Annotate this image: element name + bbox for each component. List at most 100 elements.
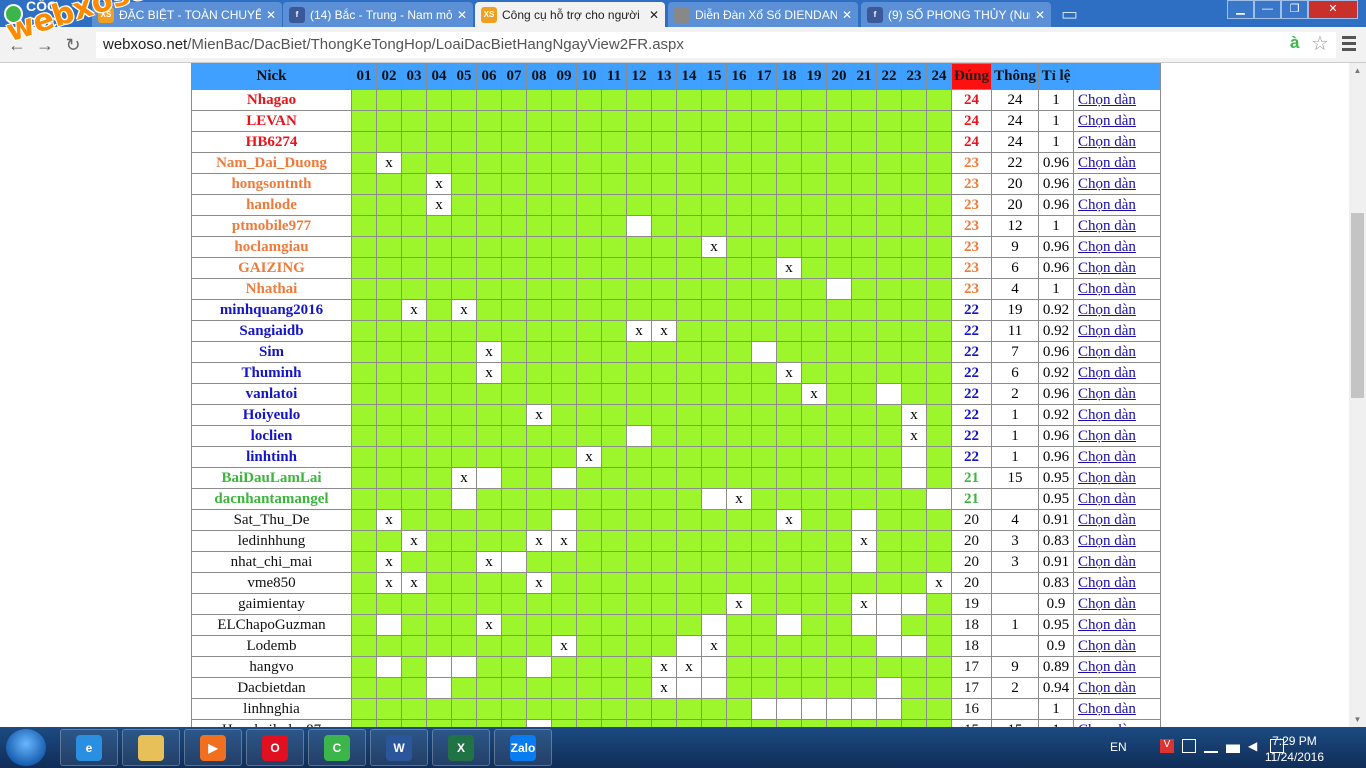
address-bar[interactable]: webxoso.net/MienBac/DacBiet/ThongKeTongH…: [96, 32, 1336, 58]
table-row: Sat_Thu_De x x 20 4 0.91 Chọn dàn: [191, 509, 1161, 531]
number-cell: [651, 236, 677, 258]
choose-set-link[interactable]: Chọn dàn: [1078, 239, 1136, 255]
hits-cell: 22: [951, 404, 992, 426]
tab-title: Công cụ hỗ trợ cho người: [502, 7, 640, 22]
number-cell: [576, 89, 602, 111]
choose-set-link[interactable]: Chọn dàn: [1078, 470, 1136, 486]
number-cell: [926, 593, 952, 615]
choose-set-link[interactable]: Chọn dàn: [1078, 281, 1136, 297]
choose-set-link[interactable]: Chọn dàn: [1078, 596, 1136, 612]
number-cell: [476, 215, 502, 237]
choose-set-link[interactable]: Chọn dàn: [1078, 176, 1136, 192]
start-button[interactable]: [6, 729, 46, 766]
choose-set-link[interactable]: Chọn dàn: [1078, 113, 1136, 129]
choose-set-link[interactable]: Chọn dàn: [1078, 218, 1136, 234]
browser-tab-2[interactable]: f (14) Bắc - Trung - Nam mở ✕: [283, 2, 473, 27]
coccoc-dict-icon[interactable]: à: [1290, 33, 1299, 53]
scroll-down-icon[interactable]: ▼: [1349, 712, 1366, 727]
maximize-button[interactable]: ❐: [1281, 0, 1308, 19]
clock[interactable]: 7:29 PM 11/24/2016: [1265, 733, 1324, 765]
ratio-cell: 1: [1038, 89, 1074, 111]
number-cell: [451, 425, 477, 447]
volume-icon[interactable]: ◀: [1248, 739, 1262, 753]
tab-close-icon[interactable]: ✕: [649, 8, 659, 22]
choose-set-link[interactable]: Chọn dàn: [1078, 617, 1136, 633]
taskbar-app-4[interactable]: O: [246, 729, 304, 766]
choose-set-link[interactable]: Chọn dàn: [1078, 365, 1136, 381]
choose-set-link[interactable]: Chọn dàn: [1078, 134, 1136, 150]
action-cell: Chọn dàn: [1073, 656, 1161, 678]
choose-set-link[interactable]: Chọn dàn: [1078, 554, 1136, 570]
new-tab-button[interactable]: ▭: [1061, 5, 1078, 23]
tab-close-icon[interactable]: ✕: [457, 8, 467, 22]
taskbar-app-1[interactable]: e: [60, 729, 118, 766]
choose-set-link[interactable]: Chọn dàn: [1078, 512, 1136, 528]
number-cell: [351, 89, 377, 111]
choose-set-link[interactable]: Chọn dàn: [1078, 155, 1136, 171]
tab-title: Diễn Đàn Xổ Số DIENDAN: [695, 7, 837, 22]
tab-close-icon[interactable]: ✕: [266, 8, 276, 22]
number-cell: [851, 299, 877, 321]
ratio-cell: 0.9: [1038, 635, 1074, 657]
number-cell: [476, 173, 502, 195]
choose-set-link[interactable]: Chọn dàn: [1078, 428, 1136, 444]
network-icon[interactable]: [1226, 739, 1240, 753]
taskbar-app-6[interactable]: W: [370, 729, 428, 766]
menu-icon[interactable]: [1342, 36, 1356, 51]
hits-cell: 19: [951, 593, 992, 615]
choose-set-link[interactable]: Chọn dàn: [1078, 260, 1136, 276]
flag-icon[interactable]: [1182, 739, 1196, 753]
browser-tab-5[interactable]: f (9) SỐ PHONG THỦY (Nun ✕: [861, 2, 1051, 27]
scroll-thumb[interactable]: [1351, 213, 1364, 398]
browser-tab-3[interactable]: XS Công cụ hỗ trợ cho người ✕: [475, 2, 665, 27]
number-cell: [676, 194, 702, 216]
taskbar-app-5[interactable]: C: [308, 729, 366, 766]
tab-close-icon[interactable]: ✕: [1035, 8, 1045, 22]
scroll-up-icon[interactable]: ▲: [1349, 63, 1366, 78]
minimize-button[interactable]: ▁: [1227, 0, 1254, 19]
number-cell: [851, 383, 877, 405]
choose-set-link[interactable]: Chọn dàn: [1078, 197, 1136, 213]
miss-mark-cell: x: [576, 446, 602, 468]
choose-set-link[interactable]: Chọn dàn: [1078, 701, 1136, 717]
taskbar-app-8[interactable]: Zalo: [494, 729, 552, 766]
number-cell: [751, 236, 777, 258]
choose-set-link[interactable]: Chọn dàn: [1078, 659, 1136, 675]
choose-set-link[interactable]: Chọn dàn: [1078, 491, 1136, 507]
taskbar-app-2[interactable]: [122, 729, 180, 766]
choose-set-link[interactable]: Chọn dàn: [1078, 302, 1136, 318]
choose-set-link[interactable]: Chọn dàn: [1078, 449, 1136, 465]
number-cell: [451, 572, 477, 594]
choose-set-link[interactable]: Chọn dàn: [1078, 386, 1136, 402]
number-cell: [676, 677, 702, 699]
hits-cell: 23: [951, 173, 992, 195]
table-row: HB6274 24 24 1 Chọn dàn: [191, 131, 1161, 153]
number-cell: [676, 383, 702, 405]
language-indicator[interactable]: EN: [1110, 740, 1127, 754]
table-row: LEVAN 24 24 1 Chọn dàn: [191, 110, 1161, 132]
choose-set-link[interactable]: Chọn dàn: [1078, 92, 1136, 108]
choose-set-link[interactable]: Chọn dàn: [1078, 680, 1136, 696]
number-cell: [926, 698, 952, 720]
choose-set-link[interactable]: Chọn dàn: [1078, 575, 1136, 591]
choose-set-link[interactable]: Chọn dàn: [1078, 407, 1136, 423]
choose-set-link[interactable]: Chọn dàn: [1078, 323, 1136, 339]
choose-set-link[interactable]: Chọn dàn: [1078, 344, 1136, 360]
choose-set-link[interactable]: Chọn dàn: [1078, 533, 1136, 549]
reload-button[interactable]: ↻: [62, 34, 84, 56]
tab-close-icon[interactable]: ✕: [842, 8, 852, 22]
choose-set-link[interactable]: Chọn dàn: [1078, 638, 1136, 654]
bookmark-star-icon[interactable]: ☆: [1311, 31, 1329, 56]
antivirus-icon[interactable]: V: [1160, 739, 1174, 753]
number-cell: [701, 698, 727, 720]
close-window-button[interactable]: ✕: [1308, 0, 1358, 19]
restore-button[interactable]: —: [1254, 0, 1281, 19]
browser-tab-4[interactable]: Diễn Đàn Xổ Số DIENDAN ✕: [668, 2, 858, 27]
taskbar-app-3[interactable]: ▶: [184, 729, 242, 766]
number-cell: [901, 89, 927, 111]
number-cell: [676, 341, 702, 363]
show-hidden-icon[interactable]: [1204, 739, 1218, 753]
vertical-scrollbar[interactable]: ▲ ▼: [1349, 63, 1366, 727]
taskbar-app-7[interactable]: X: [432, 729, 490, 766]
number-cell: [726, 257, 752, 279]
